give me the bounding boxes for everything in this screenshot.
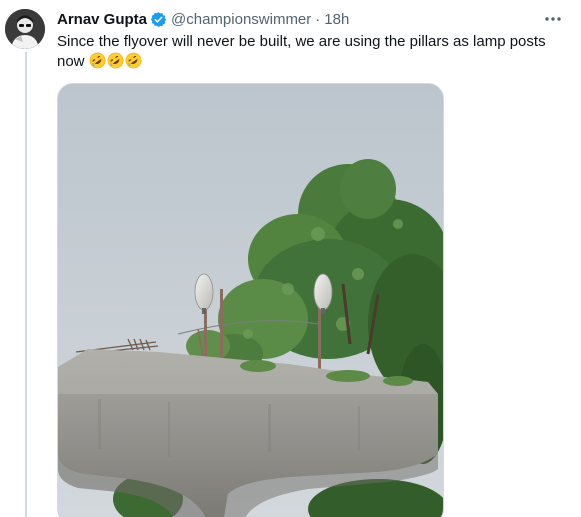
timestamp[interactable]: 18h <box>324 11 349 28</box>
rolling-laughing-emoji-icon <box>107 52 123 69</box>
rolling-laughing-emoji-icon <box>125 52 141 69</box>
verified-badge-icon[interactable] <box>150 11 167 28</box>
more-horizontal-icon[interactable] <box>543 9 563 29</box>
separator-dot: · <box>315 10 321 28</box>
avatar[interactable] <box>5 9 45 49</box>
thread-line <box>25 52 27 517</box>
tweet-photo[interactable] <box>57 83 444 517</box>
tweet-text: Since the flyover will never be built, w… <box>57 32 572 72</box>
rolling-laughing-emoji-icon <box>89 52 105 69</box>
flyover-pillar-photo <box>58 84 443 517</box>
emoji-group <box>89 52 142 69</box>
tweet-card[interactable]: Arnav Gupta @championswimmer · 18h Since… <box>0 0 581 517</box>
avatar-image <box>5 9 45 49</box>
user-handle[interactable]: @championswimmer <box>171 11 311 28</box>
tweet-header: Arnav Gupta @championswimmer · 18h <box>57 8 349 30</box>
display-name[interactable]: Arnav Gupta <box>57 11 147 28</box>
